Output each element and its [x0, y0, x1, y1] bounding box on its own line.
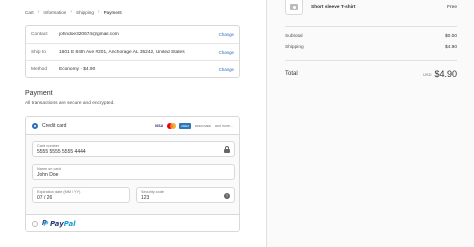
payment-methods: Credit card VISA AMEX DISCOVER and more.… — [25, 116, 240, 232]
payment-subtitle: All transactions are secure and encrypte… — [25, 101, 115, 106]
name-on-card-field[interactable]: Name on card John Doe — [32, 164, 235, 180]
change-method-link[interactable]: Change — [219, 67, 234, 72]
breadcrumb-payment: Payment — [103, 9, 122, 15]
review-block: Contact johndoe320674@gmail.com Change S… — [25, 25, 240, 78]
lock-icon — [224, 146, 230, 153]
breadcrumb: Cart › Information › Shipping › Payment — [25, 9, 122, 15]
product-thumbnail — [285, 0, 303, 15]
breadcrumb-shipping[interactable]: Shipping — [76, 10, 94, 15]
payment-heading: Payment — [25, 90, 53, 97]
breadcrumb-cart[interactable]: Cart — [25, 10, 34, 15]
subtotal-value: $0.00 — [444, 34, 457, 39]
card-number-field[interactable]: Card number 5555 5555 5555 4444 — [32, 141, 235, 157]
security-code-field[interactable]: Security code 123 ? — [136, 187, 235, 203]
line-item: Short sleeve T-shirt Free — [285, 0, 457, 15]
subtotal-label: Subtotal — [285, 34, 303, 39]
credit-card-form: Card number 5555 5555 5555 4444 Name on … — [26, 135, 239, 215]
contact-value: johndoe320674@gmail.com — [59, 32, 119, 37]
paypal-logo-icon — [42, 220, 48, 228]
expiration-input[interactable]: 07 / 26 — [37, 195, 125, 202]
review-row-ship-to: Ship to 1601 E 84th Ave #201, Anchorage … — [26, 43, 239, 60]
chevron-right-icon: › — [70, 9, 73, 15]
name-on-card-input[interactable]: John Doe — [37, 172, 230, 179]
camera-placeholder-icon — [290, 4, 298, 10]
shipping-line: Shipping $4.90 — [285, 45, 457, 50]
shipping-label: Shipping — [285, 45, 304, 50]
method-value: Economy · $4.90 — [59, 66, 96, 72]
paypal-wordmark: PayPal — [50, 220, 76, 228]
review-row-method: Method Economy · $4.90 Change — [26, 60, 239, 77]
discover-icon: DISCOVER — [195, 123, 211, 128]
product-price: Free — [447, 5, 457, 10]
review-label: Method — [31, 66, 47, 72]
credit-card-label: Credit card — [42, 122, 67, 129]
subtotal-line: Subtotal $0.00 — [285, 34, 457, 39]
ship-to-value: 1601 E 84th Ave #201, Anchorage AL 35242… — [59, 49, 185, 55]
review-row-contact: Contact johndoe320674@gmail.com Change — [26, 26, 239, 43]
chevron-right-icon: › — [37, 9, 40, 15]
shipping-value: $4.90 — [444, 45, 457, 50]
paypal-option[interactable]: PayPal — [26, 215, 239, 231]
divider — [285, 60, 457, 61]
divider — [285, 26, 457, 27]
total-label: Total — [285, 71, 298, 77]
currency-code: USD — [423, 71, 432, 77]
checkout-main: Cart › Information › Shipping › Payment … — [0, 0, 266, 247]
amex-icon: AMEX — [179, 122, 192, 129]
radio-unselected-icon[interactable] — [32, 221, 38, 227]
card-number-input[interactable]: 5555 5555 5555 4444 — [37, 149, 230, 156]
breadcrumb-information[interactable]: Information — [43, 10, 66, 15]
credit-card-option[interactable]: Credit card VISA AMEX DISCOVER and more.… — [26, 117, 239, 135]
product-name: Short sleeve T-shirt — [311, 5, 356, 10]
order-summary: Short sleeve T-shirt Free Subtotal $0.00… — [266, 0, 474, 247]
help-circle-icon[interactable]: ? — [224, 193, 230, 199]
total-amount: $4.90 — [434, 69, 457, 79]
change-contact-link[interactable]: Change — [219, 32, 234, 37]
change-ship-to-link[interactable]: Change — [219, 50, 234, 55]
visa-icon: VISA — [154, 123, 164, 128]
security-code-input[interactable]: 123 — [141, 195, 230, 202]
mastercard-icon — [167, 122, 177, 129]
review-label: Ship to — [31, 49, 46, 55]
more-brands-text: and more... — [214, 123, 233, 128]
radio-selected-icon[interactable] — [32, 122, 38, 129]
expiration-field[interactable]: Expiration date (MM / YY) 07 / 26 — [32, 187, 130, 203]
chevron-right-icon: › — [97, 9, 100, 15]
card-brands: VISA AMEX DISCOVER and more... — [154, 122, 233, 129]
total-line: Total USD $4.90 — [285, 69, 457, 79]
review-label: Contact — [31, 32, 48, 37]
